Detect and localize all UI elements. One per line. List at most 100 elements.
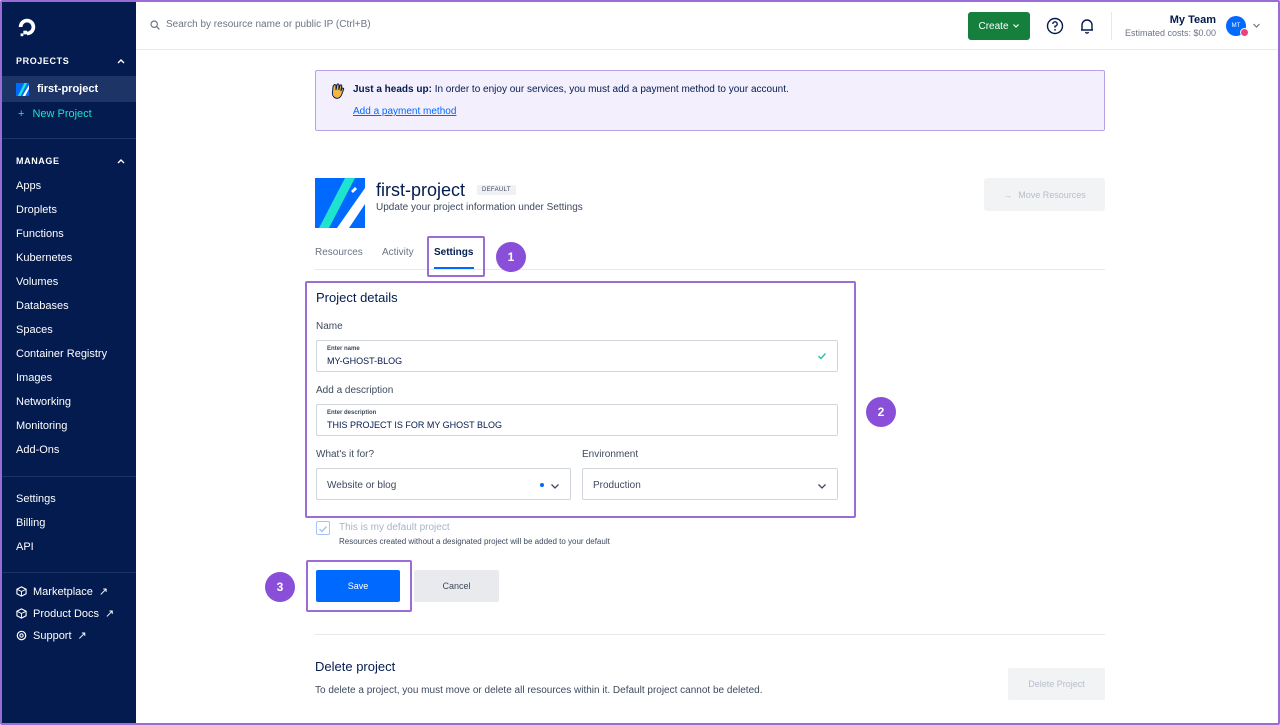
chevron-down-icon xyxy=(818,484,826,489)
payment-banner: Just a heads up: In order to enjoy our s… xyxy=(315,70,1105,131)
highlight-settings-tab xyxy=(427,236,485,277)
sidebar-item-kubernetes[interactable]: Kubernetes xyxy=(16,252,72,264)
delete-project-button[interactable]: Delete Project xyxy=(1008,668,1105,700)
sidebar-item-add-ons[interactable]: Add-Ons xyxy=(16,444,59,456)
support-label: Support xyxy=(33,629,72,642)
sidebar-item-marketplace[interactable]: Marketplace ↗ xyxy=(16,585,108,598)
projects-heading: PROJECTS xyxy=(16,56,70,66)
external-link-icon: ↗ xyxy=(98,586,109,598)
environment-value: Production xyxy=(593,480,641,491)
sidebar-item-first-project[interactable]: first-project xyxy=(2,76,136,102)
sidebar: PROJECTS first-project + New Project MAN… xyxy=(2,2,136,723)
sidebar-item-settings[interactable]: Settings xyxy=(16,493,56,505)
default-project-help: Resources created without a designated p… xyxy=(339,537,610,546)
external-link-icon: ↗ xyxy=(77,630,87,642)
search-icon xyxy=(150,19,160,30)
name-field[interactable]: Enter name MY-GHOST-BLOG xyxy=(316,340,838,372)
top-bar: Search by resource name or public IP (Ct… xyxy=(136,2,1278,50)
sidebar-item-container-registry[interactable]: Container Registry xyxy=(16,348,107,360)
delete-project-title: Delete project xyxy=(315,659,396,674)
project-details-title: Project details xyxy=(316,290,398,305)
divider xyxy=(1111,12,1112,40)
move-resources-label: Move Resources xyxy=(1018,189,1086,200)
plus-icon: + xyxy=(18,108,25,120)
sidebar-item-networking[interactable]: Networking xyxy=(16,396,71,408)
description-label: Add a description xyxy=(316,385,394,396)
create-label: Create xyxy=(978,20,1009,32)
name-placeholder: Enter name xyxy=(327,346,360,352)
sidebar-item-api[interactable]: API xyxy=(16,541,34,553)
support-icon xyxy=(16,630,27,641)
help-icon[interactable] xyxy=(1046,17,1064,35)
cancel-button[interactable]: Cancel xyxy=(414,570,499,602)
project-icon xyxy=(16,82,29,96)
tab-resources[interactable]: Resources xyxy=(315,247,363,258)
new-project-link[interactable]: + New Project xyxy=(18,108,92,120)
chevron-down-icon xyxy=(1012,24,1019,28)
chevron-down-icon xyxy=(551,484,559,489)
sidebar-item-droplets[interactable]: Droplets xyxy=(16,204,57,216)
sidebar-item-support[interactable]: Support ↗ xyxy=(16,629,87,642)
sidebar-item-volumes[interactable]: Volumes xyxy=(16,276,58,288)
bell-icon[interactable] xyxy=(1078,17,1096,35)
save-button[interactable]: Save xyxy=(316,570,400,602)
docs-icon xyxy=(16,608,27,619)
sidebar-item-billing[interactable]: Billing xyxy=(16,517,45,529)
team-name[interactable]: My Team xyxy=(1170,14,1216,26)
description-field[interactable]: Enter description THIS PROJECT IS FOR MY… xyxy=(316,404,838,436)
avatar-status-dot xyxy=(1240,28,1249,37)
sidebar-item-functions[interactable]: Functions xyxy=(16,228,64,240)
checkmark-icon xyxy=(818,353,826,360)
manage-heading: MANAGE xyxy=(16,156,60,166)
default-project-checkbox[interactable] xyxy=(316,521,330,535)
chevron-up-icon[interactable] xyxy=(116,56,126,66)
project-subtitle: Update your project information under Se… xyxy=(376,202,583,213)
sidebar-item-databases[interactable]: Databases xyxy=(16,300,69,312)
name-value: MY-GHOST-BLOG xyxy=(327,356,403,366)
estimated-costs: Estimated costs: $0.00 xyxy=(1124,28,1216,38)
digitalocean-logo-icon[interactable] xyxy=(16,16,38,38)
description-value: THIS PROJECT IS FOR MY GHOST BLOG xyxy=(327,420,503,430)
marketplace-label: Marketplace xyxy=(33,585,93,598)
search-input[interactable]: Search by resource name or public IP (Ct… xyxy=(150,19,371,30)
new-project-label: New Project xyxy=(32,108,92,120)
search-placeholder: Search by resource name or public IP (Ct… xyxy=(166,19,371,30)
environment-select[interactable]: Production xyxy=(582,468,838,500)
name-label: Name xyxy=(316,321,343,332)
purpose-select[interactable]: Website or blog xyxy=(316,468,571,500)
step-badge-2: 2 xyxy=(866,397,896,427)
divider xyxy=(2,138,136,139)
tab-activity[interactable]: Activity xyxy=(382,247,414,258)
hand-wave-icon xyxy=(331,83,345,99)
checkmark-icon xyxy=(319,526,328,533)
cube-icon xyxy=(16,586,27,597)
environment-label: Environment xyxy=(582,449,639,460)
chevron-up-icon[interactable] xyxy=(116,156,126,166)
arrow-right-icon: → xyxy=(1003,189,1013,200)
create-button[interactable]: Create xyxy=(968,12,1030,40)
purpose-label: What's it for? xyxy=(316,449,375,460)
default-badge: DEFAULT xyxy=(477,185,516,195)
divider xyxy=(2,572,136,573)
sidebar-item-spaces[interactable]: Spaces xyxy=(16,324,53,336)
step-badge-1: 1 xyxy=(496,242,526,272)
banner-heading: Just a heads up: xyxy=(353,84,432,95)
sidebar-item-images[interactable]: Images xyxy=(16,372,52,384)
project-title: first-project xyxy=(376,180,466,200)
sidebar-item-product-docs[interactable]: Product Docs ↗ xyxy=(16,607,114,620)
purpose-value: Website or blog xyxy=(327,480,397,491)
description-placeholder: Enter description xyxy=(327,410,377,416)
move-resources-button[interactable]: → Move Resources xyxy=(984,178,1105,211)
external-link-icon: ↗ xyxy=(105,608,115,620)
sidebar-item-apps[interactable]: Apps xyxy=(16,180,41,192)
banner-body: In order to enjoy our services, you must… xyxy=(434,84,789,95)
banner-message: Just a heads up: In order to enjoy our s… xyxy=(353,84,789,95)
step-badge-3: 3 xyxy=(265,572,295,602)
current-project-label: first-project xyxy=(37,83,99,95)
chevron-down-icon[interactable] xyxy=(1252,21,1261,30)
default-project-label: This is my default project xyxy=(339,522,450,533)
required-dot xyxy=(540,483,544,487)
product-docs-label: Product Docs xyxy=(33,607,100,620)
sidebar-item-monitoring[interactable]: Monitoring xyxy=(16,420,67,432)
add-payment-link[interactable]: Add a payment method xyxy=(353,106,456,117)
